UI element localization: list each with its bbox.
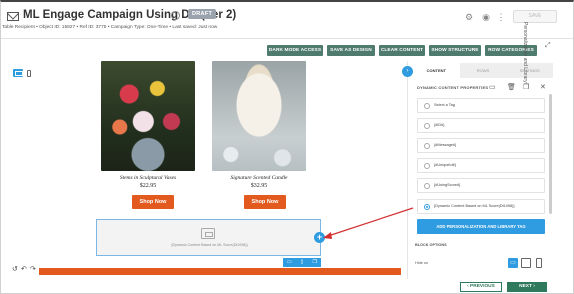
app-window: ML Engage Campaign Using DC (Ver 2) i DR… — [0, 0, 574, 294]
next-button[interactable]: NEXT › — [507, 282, 547, 292]
previous-button[interactable]: ‹ PREVIOUS — [460, 282, 502, 292]
annotation-arrow — [323, 207, 414, 239]
